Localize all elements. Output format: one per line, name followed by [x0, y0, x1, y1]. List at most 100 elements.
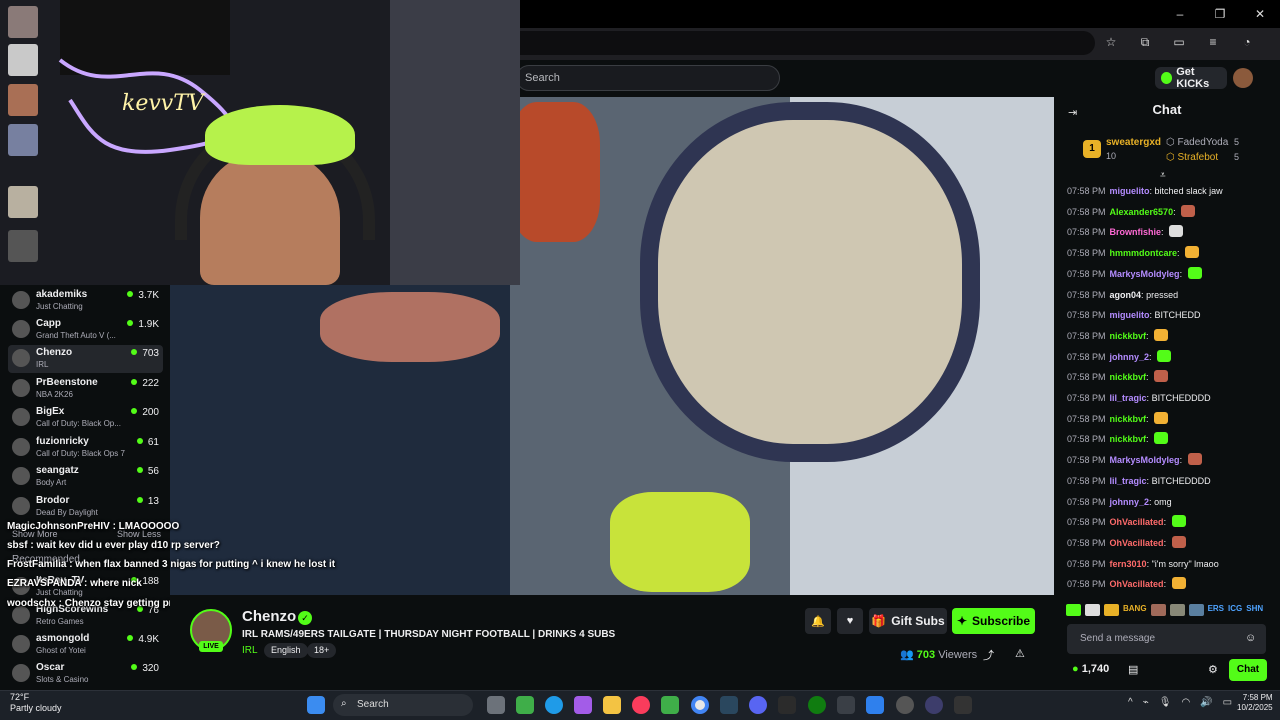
- chat-message[interactable]: 07:58 PM Brownfishie:: [1067, 225, 1184, 239]
- emote[interactable]: [1169, 604, 1185, 616]
- app-icon[interactable]: [837, 696, 855, 714]
- volume-icon[interactable]: 🔊: [1200, 697, 1212, 708]
- subscribe-button[interactable]: ✦ Subscribe: [952, 608, 1035, 634]
- report-icon[interactable]: ⚠: [1015, 647, 1025, 660]
- wifi-icon[interactable]: ◠: [1181, 697, 1190, 708]
- chat-username[interactable]: hmmmdontcare: [1110, 248, 1178, 258]
- obs-icon[interactable]: [896, 696, 914, 714]
- file-explorer-icon[interactable]: [603, 696, 621, 714]
- chat-username[interactable]: fern3010: [1110, 559, 1147, 569]
- taskbar-search[interactable]: Search: [333, 694, 473, 716]
- store-icon[interactable]: ▤: [1128, 663, 1138, 676]
- steam-icon[interactable]: [720, 696, 738, 714]
- emote[interactable]: [1085, 604, 1100, 616]
- taskbar-clock[interactable]: 7:58 PM 10/2/2025: [1237, 693, 1273, 713]
- chat-username[interactable]: lil_tragic: [1110, 476, 1147, 486]
- chat-username[interactable]: johnny_2: [1110, 352, 1150, 362]
- recommended-channel-oscar[interactable]: Oscar Slots & Casino 320: [8, 660, 163, 688]
- emote-icg[interactable]: ICG: [1228, 604, 1242, 616]
- music-icon[interactable]: [632, 696, 650, 714]
- network-icon[interactable]: ⌁: [1143, 697, 1149, 708]
- chat-username[interactable]: nickkbvf: [1110, 414, 1147, 424]
- send-chat-button[interactable]: Chat: [1229, 659, 1267, 681]
- streamer-name[interactable]: Chenzo: [242, 608, 296, 625]
- chat-username[interactable]: OhVacillated: [1110, 579, 1164, 589]
- chat-username[interactable]: nickkbvf: [1110, 372, 1147, 382]
- sidebar-channel-capp[interactable]: Capp Grand Theft Auto V (... 1.9K: [8, 316, 163, 344]
- chat-message[interactable]: 07:58 PM johnny_2: omg: [1067, 495, 1172, 509]
- edge-icon[interactable]: [545, 696, 563, 714]
- chat-username[interactable]: lil_tragic: [1110, 393, 1147, 403]
- emote-shn[interactable]: SHN: [1246, 604, 1263, 616]
- sidebar-channel-brodor[interactable]: Brodor Dead By Daylight 13: [8, 493, 163, 521]
- emote[interactable]: [1104, 604, 1119, 616]
- follow-heart-icon[interactable]: ♥: [837, 608, 863, 634]
- discord-icon[interactable]: [749, 696, 767, 714]
- emoji-picker-icon[interactable]: ☺: [1245, 632, 1256, 644]
- chat-message[interactable]: 07:58 PM nickkbvf:: [1067, 432, 1169, 446]
- kebab-menu-icon[interactable]: ⋮: [1270, 31, 1280, 53]
- sidebar-channel-prbeenstone[interactable]: PrBeenstone NBA 2K26 222: [8, 375, 163, 403]
- chat-message[interactable]: 07:58 PM agon04: pressed: [1067, 288, 1178, 302]
- menu-list-icon[interactable]: ≡: [1202, 31, 1224, 53]
- sidebar-channel-bigex[interactable]: BigEx Call of Duty: Black Op... 200: [8, 404, 163, 432]
- chat-message[interactable]: 07:58 PM Alexander6570:: [1067, 204, 1196, 219]
- emote[interactable]: [1066, 604, 1081, 616]
- chat-username[interactable]: miguelito: [1110, 186, 1150, 196]
- chat-username[interactable]: OhVacillated: [1110, 517, 1164, 527]
- battery-icon[interactable]: ▭: [1223, 697, 1232, 708]
- chat-message[interactable]: 07:58 PM MarkysMoldyleg:: [1067, 453, 1202, 467]
- kicks-balance[interactable]: ● 1,740: [1072, 663, 1109, 675]
- chat-message[interactable]: 07:58 PM johnny_2:: [1067, 349, 1172, 364]
- address-bar[interactable]: [520, 31, 1095, 55]
- copilot-icon[interactable]: [574, 696, 592, 714]
- mic-icon[interactable]: 🎙: [1159, 697, 1172, 708]
- notification-bell-icon[interactable]: 🔔: [805, 608, 831, 634]
- sidebar-channel-fuzionricky[interactable]: fuzionricky Call of Duty: Black Ops 7 61: [8, 434, 163, 462]
- share-icon[interactable]: ⤴: [983, 647, 994, 663]
- chat-username[interactable]: johnny_2: [1110, 497, 1150, 507]
- task-view-icon[interactable]: [487, 696, 505, 714]
- emote[interactable]: [1188, 604, 1204, 616]
- chat-username[interactable]: Alexander6570: [1110, 207, 1174, 217]
- tag-age[interactable]: 18+: [307, 643, 337, 658]
- top-gifter-name[interactable]: sweatergxd: [1106, 137, 1161, 148]
- chat-message[interactable]: 07:58 PM OhVacillated:: [1067, 515, 1186, 529]
- chat-message[interactable]: 07:58 PM lil_tragic: BITCHEDDDD: [1067, 474, 1211, 488]
- sidebar-channel-akademiks[interactable]: akademiks Just Chatting 3.7K: [8, 287, 163, 315]
- gear-icon[interactable]: ⚙: [1208, 663, 1218, 676]
- stream-category[interactable]: IRL: [242, 645, 258, 656]
- profile-icon[interactable]: ◔: [1236, 31, 1258, 53]
- chat-username[interactable]: nickkbvf: [1110, 434, 1147, 444]
- app-icon[interactable]: [954, 696, 972, 714]
- gifter-name[interactable]: ⬡ FadedYoda: [1166, 137, 1228, 148]
- chat-username[interactable]: OhVacillated: [1110, 538, 1164, 548]
- emote-bang[interactable]: BANG: [1123, 604, 1147, 616]
- app-icon[interactable]: [661, 696, 679, 714]
- chat-message[interactable]: 07:58 PM OhVacillated:: [1067, 577, 1186, 591]
- windows-start-icon[interactable]: [307, 696, 325, 714]
- recommended-channel-asmongold[interactable]: asmongold Ghost of Yotei 4.9K: [8, 631, 163, 659]
- chat-message[interactable]: 07:58 PM hmmmdontcare:: [1067, 246, 1200, 260]
- chat-message[interactable]: 07:58 PM fern3010: "i'm sorry" lmaoo: [1067, 557, 1219, 571]
- chat-message[interactable]: 07:58 PM MarkysMoldyleg:: [1067, 266, 1202, 281]
- chat-message[interactable]: 07:58 PM miguelito: BITCHEDD: [1067, 308, 1201, 322]
- app-icon[interactable]: [925, 696, 943, 714]
- chat-message[interactable]: 07:58 PM nickkbvf:: [1067, 370, 1169, 384]
- chat-username[interactable]: MarkysMoldyleg: [1110, 269, 1180, 279]
- emote-ers[interactable]: ERS: [1208, 604, 1224, 616]
- minecraft-icon[interactable]: [516, 696, 534, 714]
- cast-icon[interactable]: ▭: [1168, 31, 1190, 53]
- get-kicks-button[interactable]: Get KICKs: [1155, 66, 1227, 90]
- chat-username[interactable]: agon04: [1110, 290, 1142, 300]
- chat-username[interactable]: miguelito: [1110, 310, 1150, 320]
- chat-message-input[interactable]: Send a message: [1067, 624, 1266, 654]
- chat-message[interactable]: 07:58 PM nickkbvf:: [1067, 411, 1169, 426]
- extensions-icon[interactable]: ⧉: [1134, 31, 1156, 53]
- close-button[interactable]: ✕: [1240, 0, 1280, 28]
- tag-language[interactable]: English: [264, 643, 308, 658]
- chat-message[interactable]: 07:58 PM lil_tragic: BITCHEDDDD: [1067, 391, 1211, 405]
- sidebar-channel-seangatz[interactable]: seangatz Body Art 56: [8, 463, 163, 491]
- user-avatar[interactable]: [1233, 68, 1253, 88]
- chat-username[interactable]: MarkysMoldyleg: [1110, 455, 1180, 465]
